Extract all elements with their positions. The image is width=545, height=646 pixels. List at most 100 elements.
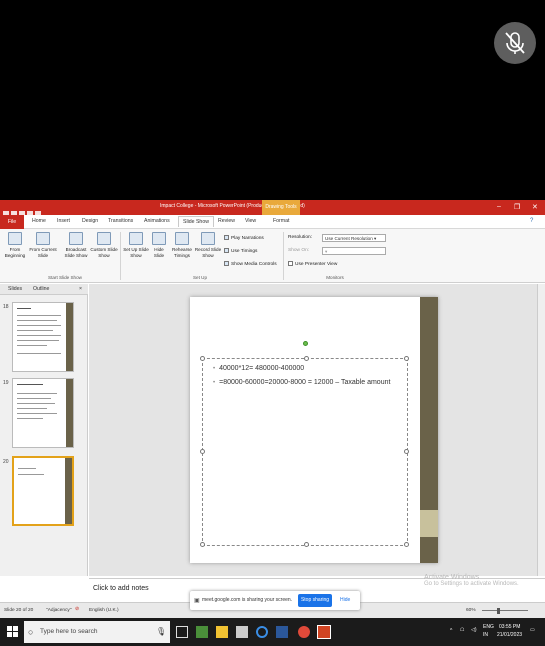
slides-pane: Slides Outline × 18 19 20	[0, 284, 88, 576]
show-on-select[interactable]: ▾	[322, 247, 386, 255]
language-top[interactable]: ENG	[483, 624, 494, 630]
stop-sharing-button[interactable]: Stop sharing	[298, 594, 332, 607]
custom-show-icon	[97, 232, 111, 245]
language-bottom: IN	[483, 632, 488, 638]
zoom-thumb[interactable]	[497, 608, 500, 614]
microphone-icon[interactable]: 🎙	[156, 621, 166, 643]
edge-icon[interactable]	[256, 626, 268, 638]
broadcast-icon	[69, 232, 83, 245]
tray-up-icon[interactable]: ^	[450, 628, 452, 634]
notes-placeholder: Click to add notes	[93, 585, 149, 592]
restore-icon[interactable]: ❐	[514, 203, 520, 211]
bullet-line-1: • 40000*12= 480000-400000	[213, 365, 305, 372]
title-bar: Impact College - Microsoft PowerPoint (P…	[0, 200, 545, 217]
share-text: meet.google.com is sharing your screen.	[202, 597, 293, 603]
word-icon[interactable]	[276, 626, 288, 638]
tab-slides[interactable]: Slides	[8, 286, 22, 292]
tab-slide-show[interactable]: Slide Show	[178, 216, 214, 227]
group-label-start: Start Slide Show	[48, 275, 82, 280]
slide-number: 20	[3, 459, 9, 465]
slide-editor: • 40000*12= 480000-400000 • =80000-60000=2…	[89, 284, 545, 576]
slide-number: 19	[3, 380, 9, 386]
tab-file[interactable]: File	[0, 215, 24, 229]
slide-stripe-accent	[420, 510, 438, 537]
zoom-level[interactable]: 60%	[466, 608, 476, 613]
from-current-slide-button[interactable]: From Current Slide	[29, 232, 57, 259]
search-icon: ○	[28, 627, 34, 637]
app-icon[interactable]	[196, 626, 208, 638]
taskbar: ○ Type here to search 🎙 ^ ☖ ◁) ENG IN 03…	[0, 618, 545, 646]
resolution-select[interactable]: Use Current Resolution ▾	[322, 234, 386, 242]
tab-view[interactable]: View	[245, 218, 256, 224]
minimize-icon[interactable]: –	[497, 203, 501, 210]
hide-button[interactable]: Hide	[340, 597, 350, 603]
bullet-line-2: • =80000-60000=20000-8000 = 12000 – Taxab…	[213, 379, 391, 386]
notifications-icon[interactable]: ▭	[530, 627, 535, 633]
rotate-handle[interactable]	[303, 341, 308, 346]
screen: Impact College - Microsoft PowerPoint (P…	[0, 0, 545, 646]
spell-check-icon[interactable]: ⊘	[75, 607, 79, 612]
setup-icon	[129, 232, 143, 245]
tab-home[interactable]: Home	[32, 218, 46, 224]
clock-date: 21/01/2023	[497, 632, 523, 638]
resolution-label: Resolution:	[288, 235, 312, 240]
ribbon-tabs: File Home Insert Design Transitions Anim…	[0, 215, 545, 229]
language[interactable]: English (U.K.)	[89, 608, 119, 613]
group-label-monitors: Monitors	[326, 275, 344, 280]
tab-format[interactable]: Format	[273, 218, 289, 224]
slide-thumbnail-19[interactable]	[12, 378, 74, 448]
slideshow-icon	[8, 232, 22, 245]
close-pane-icon[interactable]: ×	[79, 286, 82, 292]
set-up-slide-show-button[interactable]: Set Up Slide Show	[123, 232, 149, 259]
group-label-setup: Set Up	[192, 275, 208, 280]
divider	[283, 232, 284, 280]
show-media-controls-checkbox[interactable]: Show Media Controls	[224, 261, 277, 267]
task-view-icon[interactable]	[176, 626, 188, 638]
tab-insert[interactable]: Insert	[57, 218, 70, 224]
ribbon: From Beginning From Current Slide Broadc…	[0, 229, 545, 283]
tab-review[interactable]: Review	[218, 218, 235, 224]
network-icon[interactable]: ☖	[460, 627, 464, 633]
volume-icon[interactable]: ◁)	[471, 627, 477, 633]
powerpoint-icon[interactable]	[317, 625, 331, 639]
tab-outline[interactable]: Outline	[33, 286, 49, 292]
close-icon[interactable]: ✕	[532, 203, 538, 211]
current-slide[interactable]: • 40000*12= 480000-400000 • =80000-60000=2…	[190, 297, 438, 563]
vertical-scrollbar[interactable]	[537, 284, 545, 576]
zoom-slider[interactable]	[482, 610, 528, 611]
from-beginning-button[interactable]: From Beginning	[3, 232, 27, 259]
screen-share-banner: ▣ meet.google.com is sharing your screen…	[190, 591, 360, 610]
presenter-view-checkbox[interactable]: Use Presenter View	[288, 261, 337, 267]
powerpoint-window: Impact College - Microsoft PowerPoint (P…	[0, 200, 545, 618]
rehearse-timings-button[interactable]: Rehearse Timings	[170, 232, 194, 259]
hide-slide-button[interactable]: Hide Slide	[149, 232, 169, 259]
slide-number: 18	[3, 304, 9, 310]
show-on-label: Show On:	[288, 248, 310, 253]
windows-start-icon[interactable]	[7, 626, 19, 638]
slideshow-icon	[36, 232, 50, 245]
chrome-icon[interactable]	[298, 626, 310, 638]
record-icon	[201, 232, 215, 245]
taskbar-search[interactable]: ○ Type here to search 🎙	[24, 621, 170, 643]
custom-slide-show-button[interactable]: Custom Slide Show	[90, 232, 118, 259]
tab-transitions[interactable]: Transitions	[108, 218, 133, 224]
help-icon[interactable]: ?	[530, 218, 533, 224]
hide-slide-icon	[152, 232, 166, 245]
share-icon: ▣	[194, 598, 200, 604]
slide-thumbnail-18[interactable]	[12, 302, 74, 372]
record-slide-show-button[interactable]: Record Slide Show	[194, 232, 222, 259]
tab-animations[interactable]: Animations	[144, 218, 170, 224]
text-placeholder[interactable]: • 40000*12= 480000-400000 • =80000-60000=2…	[200, 356, 409, 547]
file-explorer-icon[interactable]	[216, 626, 228, 638]
clock-time[interactable]: 03:55 PM	[499, 624, 520, 630]
muted-mic-icon[interactable]	[494, 22, 536, 64]
slide-info: Slide 20 of 20	[4, 608, 34, 613]
drawing-tools-label: Drawing Tools	[262, 200, 300, 215]
broadcast-button[interactable]: Broadcast Slide Show	[62, 232, 90, 259]
play-narrations-checkbox[interactable]: Play Narrations	[224, 235, 264, 241]
divider	[120, 232, 121, 280]
use-timings-checkbox[interactable]: Use Timings	[224, 248, 257, 254]
tab-design[interactable]: Design	[82, 218, 98, 224]
slide-thumbnail-20[interactable]	[12, 456, 74, 526]
mail-icon[interactable]	[236, 626, 248, 638]
